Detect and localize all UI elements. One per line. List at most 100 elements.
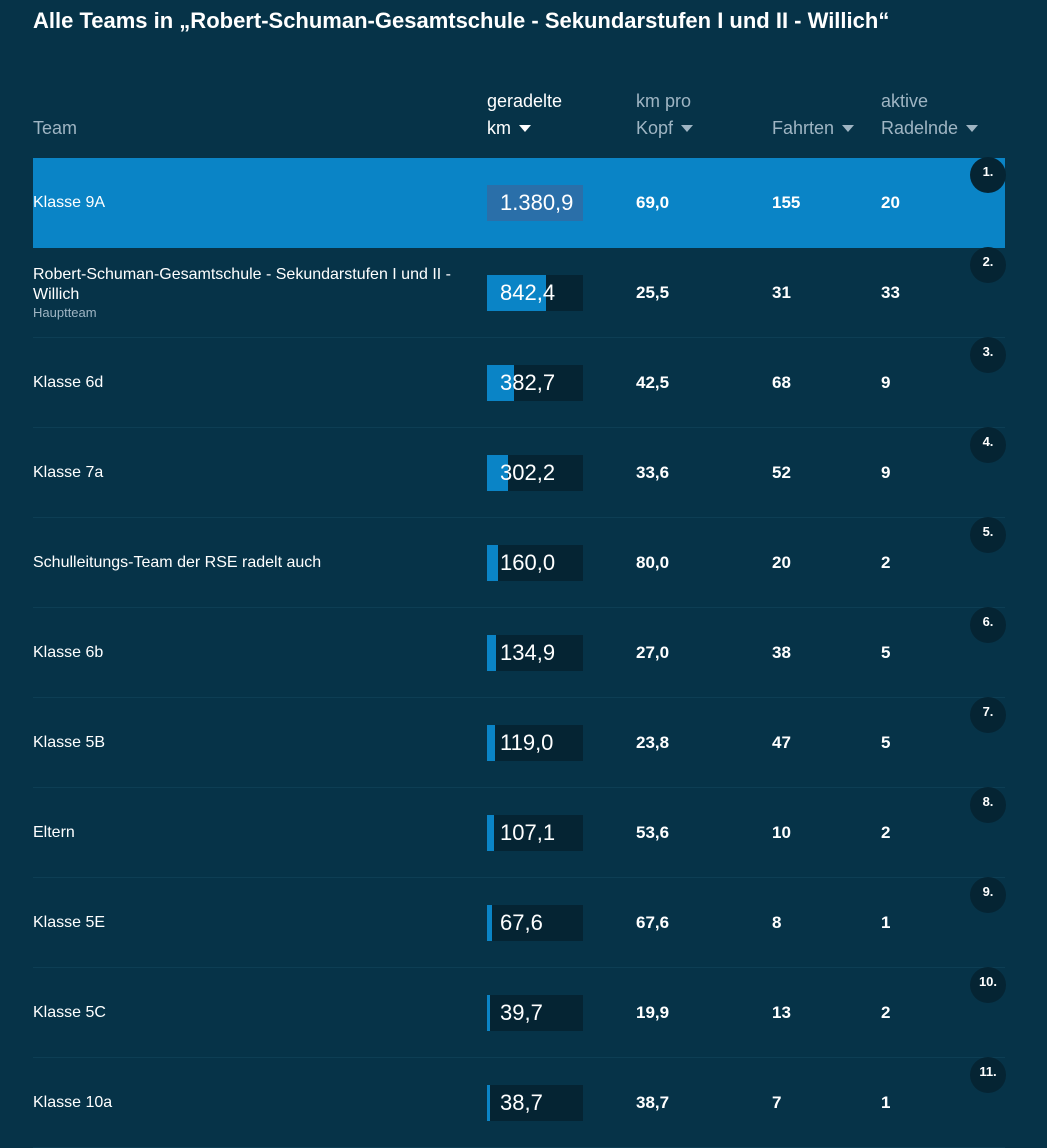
km-bar-fill (487, 545, 499, 581)
rank-badge: 2. (970, 247, 1006, 283)
team-cell: Klasse 9A (33, 193, 463, 213)
column-header-fahrten[interactable]: Fahrten (772, 115, 855, 142)
table-row[interactable]: Klasse 9A 1.380,9 69,0 155 20 1. (33, 157, 1006, 248)
aktive-radelnde-value: 5 (881, 642, 891, 662)
team-name: Klasse 6d (33, 373, 104, 391)
km-bar: 38,7 (487, 1085, 583, 1121)
aktive-radelnde-value: 20 (881, 193, 900, 212)
km-bar: 842,4 (487, 275, 583, 311)
team-cell: Robert-Schuman-Gesamtschule - Sekundarst… (33, 265, 463, 321)
table-row[interactable]: Klasse 5C 39,7 19,9 13 2 10. (33, 967, 1006, 1058)
aktive-radelnde-value: 2 (881, 552, 891, 572)
rank-badge: 5. (970, 517, 1006, 553)
aktive-radelnde-value: 2 (881, 1002, 891, 1022)
table-row[interactable]: Klasse 10a 38,7 38,7 7 1 11. (33, 1057, 1006, 1148)
km-bar: 160,0 (487, 545, 583, 581)
team-cell: Eltern (33, 823, 463, 843)
sort-down-icon (842, 124, 855, 132)
fahrten-value: 20 (772, 552, 791, 572)
aktive-radelnde-value: 5 (881, 732, 891, 752)
fahrten-value: 13 (772, 1002, 791, 1022)
team-name: Klasse 5B (33, 733, 106, 751)
km-value: 160,0 (500, 550, 556, 575)
column-header-aktiv-label-line1: aktive (881, 91, 929, 111)
fahrten-value: 155 (772, 193, 801, 212)
km-value: 119,0 (500, 730, 554, 755)
table-row[interactable]: Schulleitungs-Team der RSE radelt auch 1… (33, 517, 1006, 608)
km-value: 38,7 (500, 1090, 543, 1115)
km-bar: 1.380,9 (487, 185, 583, 221)
team-name: Eltern (33, 823, 75, 841)
table-row[interactable]: Klasse 5E 67,6 67,6 8 1 9. (33, 877, 1006, 968)
column-header-km-pro-kopf[interactable]: km pro Kopf (636, 88, 694, 142)
team-name: Klasse 5E (33, 913, 106, 931)
km-value: 67,6 (500, 910, 543, 935)
table-row[interactable]: Klasse 6d 382,7 42,5 68 9 3. (33, 337, 1006, 428)
page-title: Alle Teams in „Robert-Schuman-Gesamtschu… (33, 8, 890, 33)
km-value: 382,7 (500, 370, 556, 395)
team-name: Klasse 7a (33, 463, 104, 481)
fahrten-value: 8 (772, 912, 782, 932)
km-bar: 107,1 (487, 815, 583, 851)
fahrten-value: 47 (772, 732, 791, 752)
sort-down-icon (966, 124, 979, 132)
sort-down-icon (519, 124, 531, 132)
team-cell: Klasse 6b (33, 643, 463, 663)
km-bar: 119,0 (487, 725, 583, 761)
km-value: 302,2 (500, 460, 556, 485)
column-header-aktiv-label-line2: Radelnde (881, 118, 959, 138)
fahrten-value: 10 (772, 822, 791, 842)
km-value: 1.380,9 (500, 190, 574, 215)
column-header-km[interactable]: geradelte km (487, 88, 562, 142)
km-bar: 39,7 (487, 995, 583, 1031)
team-name: Klasse 9A (33, 194, 106, 211)
column-header-kopf-label-line1: km pro (636, 91, 692, 111)
column-header-km-label-line2: km (487, 118, 511, 138)
km-pro-kopf-value: 23,8 (636, 732, 670, 752)
km-bar-fill (487, 995, 490, 1031)
team-name: Schulleitungs-Team der RSE radelt auch (33, 553, 322, 571)
km-bar-fill (487, 905, 492, 941)
km-value: 842,4 (500, 280, 556, 305)
km-pro-kopf-value: 80,0 (636, 552, 670, 572)
team-name: Klasse 6b (33, 643, 104, 661)
aktive-radelnde-value: 1 (881, 912, 891, 932)
km-bar: 302,2 (487, 455, 583, 491)
column-header-team-label: Team (33, 118, 78, 138)
fahrten-value: 38 (772, 642, 791, 662)
km-value: 39,7 (500, 1000, 543, 1025)
team-cell: Klasse 7a (33, 463, 463, 483)
aktive-radelnde-value: 9 (881, 372, 891, 392)
fahrten-value: 68 (772, 372, 791, 392)
rank-badge: 7. (970, 697, 1006, 733)
km-value: 134,9 (500, 640, 556, 665)
table-row[interactable]: Klasse 5B 119,0 23,8 47 5 7. (33, 697, 1006, 788)
column-header-team: Team (33, 115, 77, 142)
table-row[interactable]: Eltern 107,1 53,6 10 2 8. (33, 787, 1006, 878)
team-cell: Klasse 5E (33, 913, 463, 933)
km-value: 107,1 (500, 820, 556, 845)
team-name: Klasse 5C (33, 1003, 106, 1021)
fahrten-value: 52 (772, 462, 791, 482)
aktive-radelnde-value: 2 (881, 822, 891, 842)
table-header: Team geradelte km km pro Kopf Fahrten ak… (0, 91, 1047, 154)
km-bar: 67,6 (487, 905, 583, 941)
km-pro-kopf-value: 25,5 (636, 282, 670, 302)
rank-badge: 9. (970, 877, 1006, 913)
fahrten-value: 31 (772, 282, 791, 302)
fahrten-value: 7 (772, 1092, 782, 1112)
team-cell: Klasse 5C (33, 1003, 463, 1023)
km-bar-fill (487, 725, 496, 761)
km-pro-kopf-value: 67,6 (636, 912, 670, 932)
table-row[interactable]: Robert-Schuman-Gesamtschule - Sekundarst… (33, 247, 1006, 338)
km-pro-kopf-value: 53,6 (636, 822, 670, 842)
km-bar: 382,7 (487, 365, 583, 401)
column-header-km-label-line1: geradelte (487, 91, 563, 111)
table-row[interactable]: Klasse 6b 134,9 27,0 38 5 6. (33, 607, 1006, 698)
aktive-radelnde-value: 33 (881, 282, 900, 302)
column-header-aktive-radelnde[interactable]: aktive Radelnde (881, 88, 979, 142)
km-pro-kopf-value: 42,5 (636, 372, 670, 392)
table-row[interactable]: Klasse 7a 302,2 33,6 52 9 4. (33, 427, 1006, 518)
team-name: Robert-Schuman-Gesamtschule - Sekundarst… (33, 265, 451, 303)
km-pro-kopf-value: 19,9 (636, 1002, 670, 1022)
